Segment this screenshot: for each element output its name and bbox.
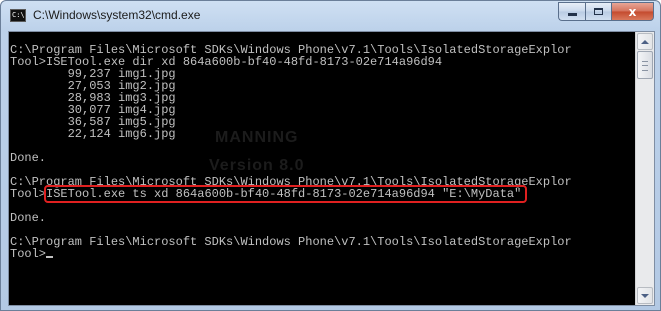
console-line: Done.: [10, 151, 47, 165]
console-output[interactable]: MANNING Version 8.0 C:\Program Files\Mic…: [9, 32, 634, 305]
window-title: C:\Windows\system32\cmd.exe: [33, 8, 201, 22]
text-cursor: [46, 256, 54, 258]
vertical-scrollbar[interactable]: [635, 32, 654, 305]
console-line: C:\Program Files\Microsoft SDKs\Windows …: [10, 235, 572, 249]
grip-icon: [642, 61, 648, 71]
watermark-line-1: MANNING: [215, 129, 299, 146]
scroll-down-button[interactable]: [637, 287, 653, 304]
close-icon: x: [628, 4, 637, 19]
prompt-text: Tool>: [10, 247, 47, 261]
caption-buttons: x: [558, 2, 654, 21]
console-line: Done.: [10, 211, 47, 225]
console-line-highlighted: Tool>ISETool.exe ts xd 864a600b-bf40-48f…: [10, 188, 634, 200]
console-line-prompt[interactable]: Tool>: [10, 248, 634, 260]
watermark: MANNING Version 8.0: [209, 124, 305, 180]
watermark-line-2: Version 8.0: [209, 157, 305, 174]
scroll-thumb[interactable]: [637, 51, 653, 79]
scroll-up-button[interactable]: [637, 33, 653, 50]
close-button[interactable]: x: [611, 2, 654, 21]
console-client-area: MANNING Version 8.0 C:\Program Files\Mic…: [8, 31, 655, 306]
prompt-text: Tool>: [10, 187, 47, 201]
title-bar[interactable]: C:\ C:\Windows\system32\cmd.exe x: [1, 1, 660, 31]
console-line: 22,124 img6.jpg: [10, 127, 176, 141]
maximize-icon: [594, 8, 603, 15]
cmd-window: C:\ C:\Windows\system32\cmd.exe x MANNIN…: [0, 0, 661, 311]
minimize-button[interactable]: [558, 2, 585, 21]
scroll-down-arrow-icon: [641, 293, 649, 298]
cmd-app-icon[interactable]: C:\: [10, 9, 26, 22]
minimize-icon: [567, 13, 577, 16]
highlighted-command: ISETool.exe ts xd 864a600b-bf40-48fd-817…: [46, 187, 522, 201]
scroll-up-arrow-icon: [641, 39, 649, 44]
maximize-button[interactable]: [585, 2, 611, 21]
